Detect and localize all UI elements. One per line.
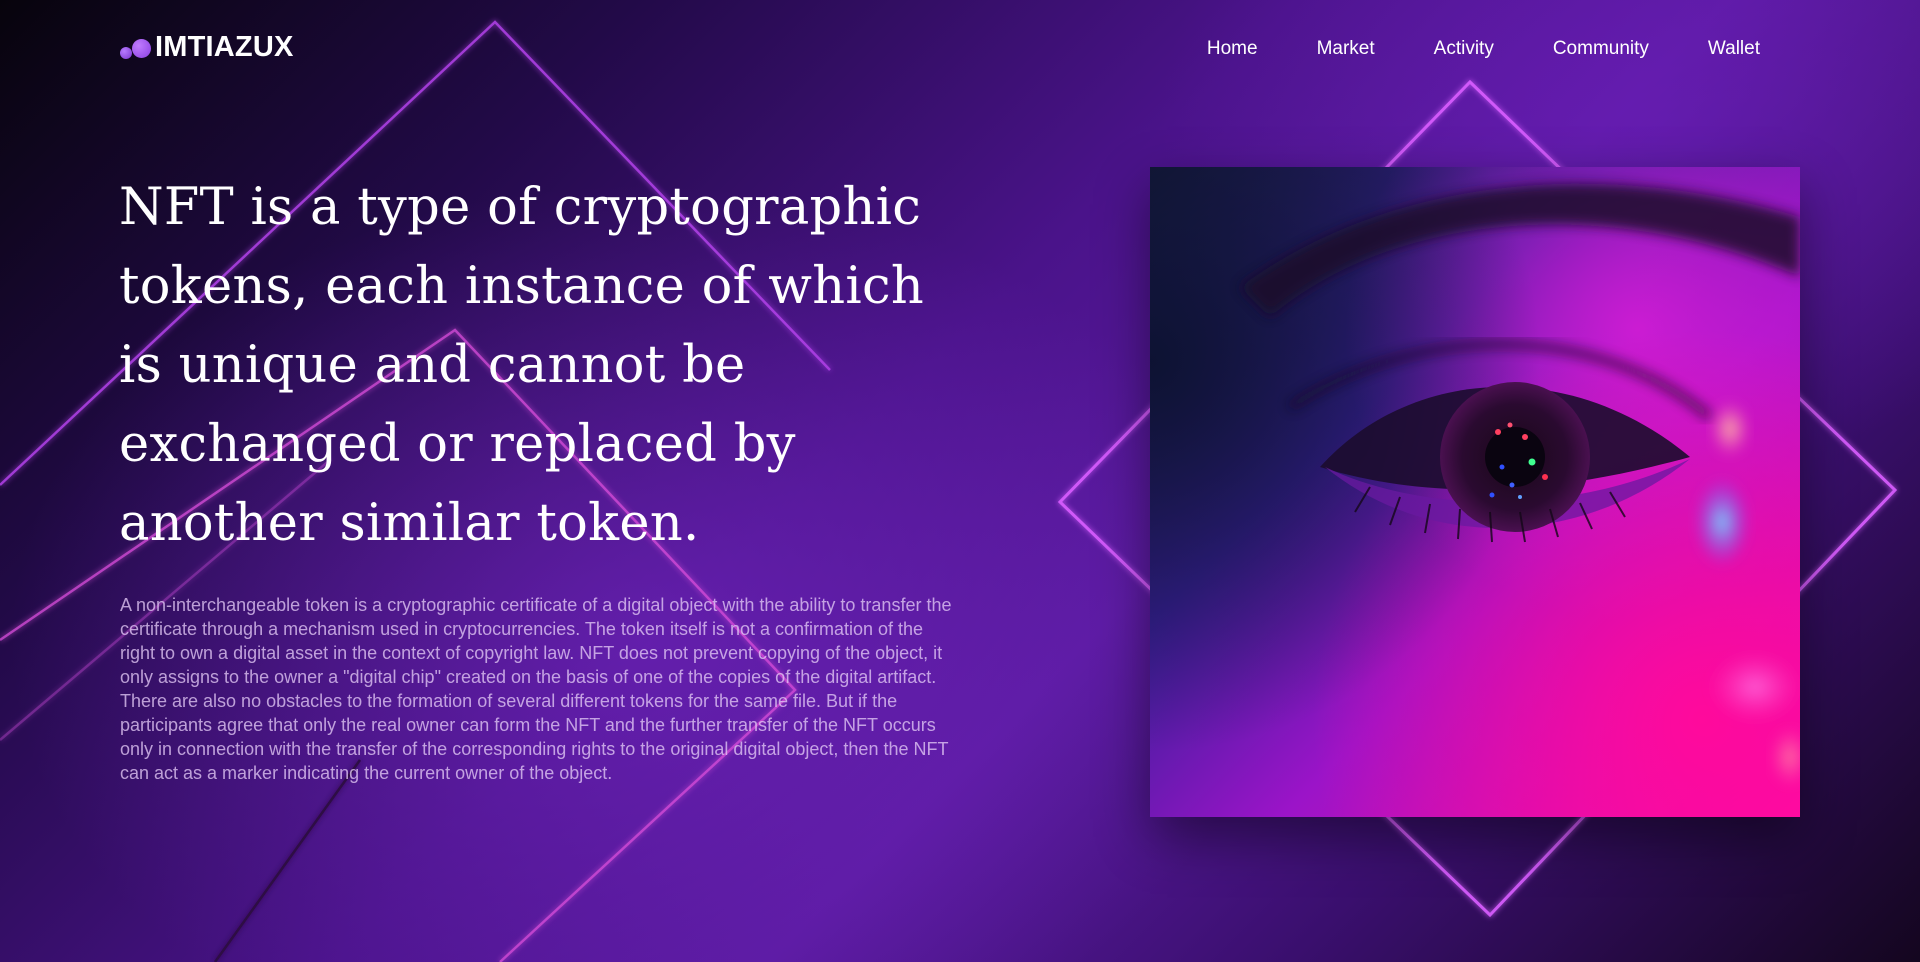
hero-headline: NFT is a type of cryptographic tokens, e… xyxy=(119,178,924,553)
brand-logo[interactable]: IMTIAZUX xyxy=(120,31,294,64)
nav-item-wallet[interactable]: Wallet xyxy=(1708,38,1760,60)
brand-name: IMTIAZUX xyxy=(155,31,294,63)
nav-item-community[interactable]: Community xyxy=(1553,38,1649,60)
hero-artwork-image xyxy=(1150,167,1800,817)
nav-item-market[interactable]: Market xyxy=(1317,38,1375,60)
nav-item-home[interactable]: Home xyxy=(1207,38,1258,60)
hero-description: A non-interchangeable token is a cryptog… xyxy=(120,595,952,783)
two-dots-logo-icon xyxy=(120,36,151,60)
nav-item-activity[interactable]: Activity xyxy=(1434,38,1494,60)
main-nav: Home Market Activity Community Wallet xyxy=(1207,38,1760,60)
